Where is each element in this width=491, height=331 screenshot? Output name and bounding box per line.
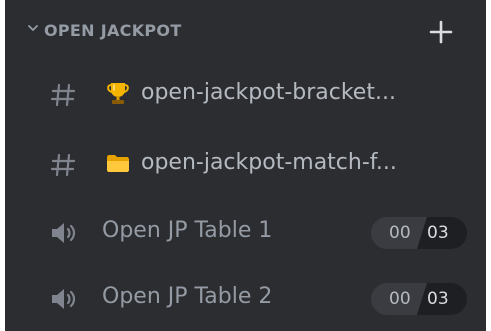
voice-channel-name: Open JP Table 2: [102, 284, 273, 309]
user-limit-badge: 00 03: [371, 217, 467, 249]
user-limit: 03: [427, 223, 449, 243]
hash-icon: [50, 153, 76, 177]
hash-icon: [50, 83, 76, 107]
trophy-icon: [107, 83, 129, 104]
add-channel-icon[interactable]: [427, 18, 455, 46]
voice-channel-item-table-1[interactable]: Open JP Table 1 00 03: [23, 206, 468, 258]
user-count: 00: [389, 289, 411, 309]
channel-sidebar: OPEN JACKPOT open-jackpot-bracket... ope…: [5, 0, 486, 331]
speaker-icon: [52, 223, 76, 243]
user-count: 00: [389, 223, 411, 243]
folder-icon: [107, 155, 129, 172]
category-header-open-jackpot[interactable]: OPEN JACKPOT: [5, 13, 486, 53]
channel-name: open-jackpot-bracket...: [141, 80, 396, 105]
channel-item-bracket[interactable]: open-jackpot-bracket...: [23, 68, 468, 120]
channel-item-match[interactable]: open-jackpot-match-f...: [23, 138, 468, 190]
channel-name: open-jackpot-match-f...: [141, 150, 397, 175]
user-limit-badge: 00 03: [371, 283, 467, 315]
user-limit: 03: [427, 289, 449, 309]
voice-channel-name: Open JP Table 1: [102, 218, 273, 243]
chevron-down-icon: [28, 25, 38, 31]
voice-channel-item-table-2[interactable]: Open JP Table 2 00 03: [23, 272, 468, 324]
category-label: OPEN JACKPOT: [44, 21, 182, 40]
speaker-icon: [52, 289, 76, 309]
